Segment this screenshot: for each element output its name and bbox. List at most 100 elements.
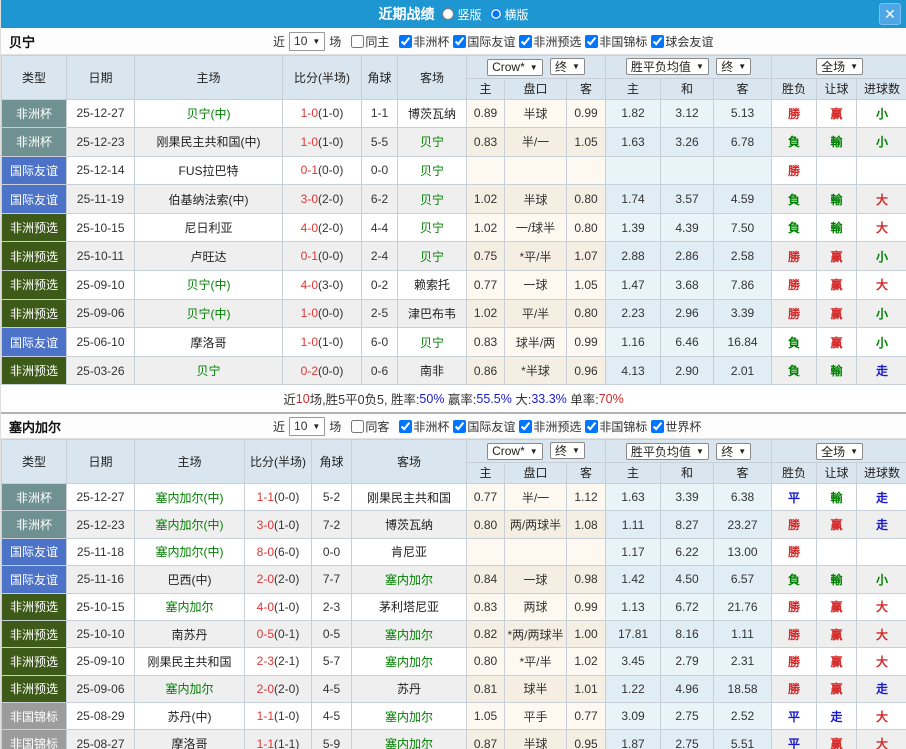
league-filter[interactable]: 国际友谊 — [453, 33, 515, 50]
avg-away-cell: 2.01 — [714, 356, 772, 385]
league-filter[interactable]: 非国锦标 — [585, 418, 647, 435]
result-cell: 負 — [772, 128, 817, 157]
avg-away-cell: 4.59 — [714, 185, 772, 214]
league-filter[interactable]: 非国锦标 — [585, 33, 647, 50]
final-odds-select[interactable]: 终 — [550, 58, 585, 75]
goals-result-cell: 大 — [857, 648, 906, 675]
league-checkbox[interactable] — [453, 420, 466, 433]
match-type-cell: 国际友谊 — [2, 328, 67, 357]
near-label: 近 — [273, 418, 285, 435]
handicap-line-cell: 平手 — [505, 703, 567, 730]
final-average-select[interactable]: 终 — [716, 443, 751, 460]
avg-away-cell: 2.31 — [714, 648, 772, 675]
same-home-checkbox[interactable] — [351, 35, 364, 48]
scope-group-header: 全场 — [772, 56, 906, 79]
avg-home-cell: 1.42 — [606, 566, 661, 593]
close-icon[interactable]: ✕ — [879, 3, 901, 25]
league-filter[interactable]: 国际友谊 — [453, 418, 515, 435]
league-filter[interactable]: 球会友谊 — [651, 33, 713, 50]
match-count-select[interactable]: 10 — [289, 32, 325, 51]
same-home-checkbox-wrap[interactable]: 同主 — [351, 33, 389, 50]
home-odds-cell: 0.83 — [467, 328, 505, 357]
same-away-checkbox[interactable] — [351, 420, 364, 433]
league-label: 非洲杯 — [413, 33, 449, 50]
col-goals: 进球数 — [857, 462, 906, 483]
col-corner: 角球 — [362, 56, 398, 100]
result-cell: 勝 — [772, 620, 817, 647]
wdl-average-select[interactable]: 胜平负均值 — [626, 443, 709, 460]
match-row: 非洲预选25-10-11卢旺达0-1(0-0)2-4贝宁0.75*平/半1.07… — [2, 242, 906, 271]
league-filter[interactable]: 非洲预选 — [519, 33, 581, 50]
away-team-cell: 塞内加尔 — [352, 566, 467, 593]
score-cell: 1-0(0-0) — [283, 299, 362, 328]
league-checkbox[interactable] — [585, 420, 598, 433]
league-checkbox[interactable] — [399, 35, 412, 48]
senegal-results-table: 类型 日期 主场 比分(半场) 角球 客场 Crow* 终 胜平负均值 终 全场 — [1, 439, 906, 749]
avg-home-cell: 1.39 — [606, 213, 661, 242]
summary-part: 50% — [419, 392, 444, 406]
vertical-radio[interactable] — [442, 8, 454, 20]
league-checkbox[interactable] — [519, 420, 532, 433]
league-filter[interactable]: 非洲杯 — [399, 418, 449, 435]
same-away-checkbox-wrap[interactable]: 同客 — [351, 418, 389, 435]
home-odds-cell: 0.86 — [467, 356, 505, 385]
date-cell: 25-12-14 — [67, 156, 135, 185]
home-odds-cell: 0.89 — [467, 99, 505, 128]
league-checkbox[interactable] — [519, 35, 532, 48]
result-cell: 平 — [772, 483, 817, 510]
home-team-cell: 巴西(中) — [135, 566, 245, 593]
avg-draw-cell: 8.27 — [661, 511, 714, 538]
dropdown-caret-icon — [530, 63, 538, 72]
away-team-cell: 南非 — [398, 356, 467, 385]
away-odds-cell: 0.80 — [567, 185, 606, 214]
home-team-cell: 刚果民主共和国 — [135, 648, 245, 675]
league-checkbox[interactable] — [585, 35, 598, 48]
avg-draw-cell: 3.12 — [661, 99, 714, 128]
league-filter[interactable]: 非洲预选 — [519, 418, 581, 435]
handicap-result-cell: 赢 — [817, 730, 857, 749]
col-odds-away: 客 — [567, 462, 606, 483]
summary-part: 场,胜5平0负5, 胜率: — [310, 389, 420, 408]
handicap-result-cell: 走 — [817, 703, 857, 730]
handicap-line-cell: *半球 — [505, 356, 567, 385]
league-checkbox[interactable] — [651, 420, 664, 433]
home-team-cell: FUS拉巴特 — [135, 156, 283, 185]
date-cell: 25-09-06 — [67, 299, 135, 328]
league-filter-group: 非洲杯国际友谊非洲预选非国锦标球会友谊 — [395, 33, 713, 50]
avg-home-cell: 1.13 — [606, 593, 661, 620]
full-match-select[interactable]: 全场 — [816, 58, 863, 75]
league-label: 世界杯 — [665, 418, 701, 435]
match-type-cell: 非洲预选 — [2, 213, 67, 242]
wdl-average-select[interactable]: 胜平负均值 — [626, 58, 709, 75]
handicap-result-cell: 赢 — [817, 99, 857, 128]
match-row: 非洲杯25-12-23塞内加尔(中)3-0(1-0)7-2博茨瓦纳0.80两/两… — [2, 511, 906, 538]
layout-radio-vertical[interactable]: 竖版 — [442, 6, 481, 23]
home-team-cell: 苏丹(中) — [135, 703, 245, 730]
layout-radio-horizontal[interactable]: 横版 — [490, 6, 529, 23]
match-count-select[interactable]: 10 — [289, 417, 325, 436]
same-home-label: 同主 — [365, 33, 389, 50]
league-filter[interactable]: 世界杯 — [651, 418, 701, 435]
same-away-label: 同客 — [365, 418, 389, 435]
crown-odds-select[interactable]: Crow* — [487, 443, 543, 460]
league-checkbox[interactable] — [399, 420, 412, 433]
match-row: 非洲预选25-09-06塞内加尔2-0(2-0)4-5苏丹0.81球半1.011… — [2, 675, 906, 702]
match-type-cell: 非洲杯 — [2, 99, 67, 128]
final-average-select[interactable]: 终 — [716, 58, 751, 75]
final-odds-select[interactable]: 终 — [550, 442, 585, 459]
goals-result-cell: 小 — [857, 566, 906, 593]
league-checkbox[interactable] — [651, 35, 664, 48]
corner-cell: 4-5 — [312, 703, 352, 730]
full-match-select[interactable]: 全场 — [816, 443, 863, 460]
score-cell: 4-0(1-0) — [245, 593, 312, 620]
horizontal-radio[interactable] — [490, 8, 502, 20]
league-filter[interactable]: 非洲杯 — [399, 33, 449, 50]
col-result: 胜负 — [772, 78, 817, 99]
away-team-cell: 塞内加尔 — [352, 703, 467, 730]
handicap-result-cell — [817, 538, 857, 565]
crown-odds-select[interactable]: Crow* — [487, 59, 543, 76]
goals-result-cell: 大 — [857, 213, 906, 242]
avg-away-cell: 6.57 — [714, 566, 772, 593]
league-checkbox[interactable] — [453, 35, 466, 48]
date-cell: 25-10-10 — [67, 620, 135, 647]
